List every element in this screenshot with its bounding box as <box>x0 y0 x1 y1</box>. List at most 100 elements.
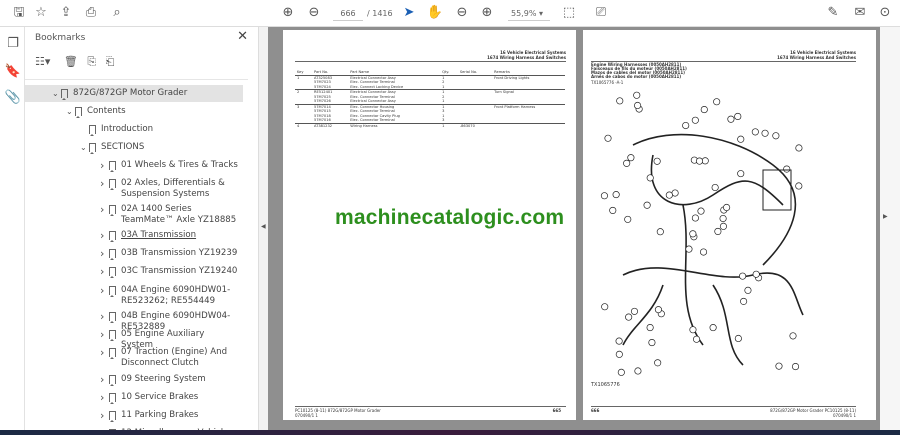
chevron-right-icon[interactable]: › <box>100 160 104 171</box>
star-icon[interactable]: ☆ <box>32 4 50 22</box>
callout-marker <box>616 97 624 105</box>
bookmark-icon <box>109 179 116 190</box>
bookmark-label: Introduction <box>101 124 154 134</box>
chevron-down-icon[interactable]: ⌄ <box>80 142 87 153</box>
callout-marker <box>600 192 608 200</box>
callout-marker <box>739 272 747 280</box>
callout-marker <box>615 350 623 358</box>
chevron-right-icon[interactable]: › <box>100 248 104 259</box>
delete-icon[interactable]: 🗑 <box>64 55 78 68</box>
callout-marker <box>697 207 705 215</box>
bookmark-icon <box>109 231 116 242</box>
callout-marker <box>634 367 642 375</box>
bookmark-item[interactable]: › 02 Axles, Differentials & Suspension Sy… <box>100 178 239 200</box>
chevron-right-icon[interactable]: › <box>100 178 104 189</box>
bookmark-label: 02 Axles, Differentials & Suspension Sys… <box>121 178 225 199</box>
page-header: 1674 Wiring Harness And Switches <box>777 55 856 60</box>
navigation-strip: ❐ 🔖 📎 <box>0 27 25 430</box>
bookmark-item[interactable]: › 03B Transmission YZ19239 <box>100 248 239 260</box>
read-mode-icon[interactable]: ⎚ <box>592 4 610 22</box>
bookmark-item[interactable]: ⌄ Contents <box>66 106 239 118</box>
bookmark-item[interactable]: Introduction <box>89 124 239 136</box>
search-icon[interactable]: ⌕ <box>108 4 126 22</box>
print-icon[interactable]: ⎙ <box>82 4 100 22</box>
share-icon[interactable]: ⊙ <box>876 4 894 22</box>
chevron-right-icon[interactable]: › <box>100 204 104 215</box>
bookmark-label: 10 Service Brakes <box>121 392 199 402</box>
callout-marker <box>609 206 617 214</box>
callout-marker <box>691 214 699 222</box>
arrow-up-icon[interactable]: ⊕ <box>279 4 297 22</box>
page-header: 1674 Wiring Harness And Switches <box>487 55 566 60</box>
chevron-right-icon[interactable]: › <box>100 266 104 277</box>
email-icon[interactable]: ✉ <box>851 4 869 22</box>
bookmark-item[interactable]: ⌄ 872G/872GP Motor Grader <box>25 85 243 102</box>
new-bookmark-icon[interactable]: ⎘ <box>87 55 96 68</box>
panel-divider[interactable]: ◀ <box>258 27 268 430</box>
callout-marker <box>615 337 623 345</box>
table-cell: -863070 <box>457 122 493 128</box>
select-cursor-icon[interactable]: ➤ <box>400 4 418 22</box>
chevron-down-icon[interactable]: ⌄ <box>66 106 73 117</box>
bookmark-icon <box>109 411 116 422</box>
chevron-right-icon[interactable]: › <box>100 311 104 322</box>
chevron-down-icon[interactable]: ⌄ <box>52 88 59 99</box>
parts-table: Key Part No. Part Name Qty. Serial No. Remark… <box>295 70 565 128</box>
callout-marker <box>719 222 727 230</box>
close-icon[interactable]: ✕ <box>237 29 248 44</box>
attachment-icon[interactable]: 📎 <box>4 89 22 107</box>
options-icon[interactable]: ☷▾ <box>35 55 50 68</box>
bookmark-label: Contents <box>87 106 126 116</box>
bookmark-item[interactable]: › 03C Transmission YZ19240 <box>100 266 239 278</box>
chevron-right-icon[interactable]: › <box>100 392 104 403</box>
callout-marker <box>646 324 654 332</box>
callout-marker <box>689 230 697 238</box>
callout-marker <box>772 132 780 140</box>
arrow-down-icon[interactable]: ⊖ <box>305 4 323 22</box>
bookmark-item[interactable]: › 09 Steering System <box>100 374 239 386</box>
chevron-right-icon[interactable]: › <box>100 374 104 385</box>
bookmark-icon <box>109 312 116 323</box>
hand-icon[interactable]: ✋ <box>426 4 444 22</box>
chevron-right-icon[interactable]: › <box>100 230 104 241</box>
save-icon[interactable]: 🖫 <box>10 4 28 22</box>
bookmark-item[interactable]: › 01 Wheels & Tires & Tracks <box>100 160 239 172</box>
zoom-out-icon[interactable]: ⊖ <box>453 4 471 22</box>
pages-thumbnail-icon[interactable]: ❐ <box>4 35 22 53</box>
chevron-right-icon[interactable]: › <box>100 329 104 340</box>
page-number-input[interactable]: 666 <box>333 6 363 21</box>
zoom-in-icon[interactable]: ⊕ <box>478 4 496 22</box>
bookmark-item[interactable]: ⌄ SECTIONS <box>80 142 239 154</box>
sign-icon[interactable]: ✎ <box>824 4 842 22</box>
chevron-right-icon[interactable]: › <box>100 285 104 296</box>
bookmark-icon[interactable]: 🔖 <box>4 63 22 81</box>
fit-page-icon[interactable]: ⬚ <box>560 4 578 22</box>
bookmark-item[interactable]: › 03A Transmission <box>100 230 239 242</box>
callout-marker <box>727 115 735 123</box>
chevron-right-icon[interactable]: › <box>100 410 104 421</box>
callout-marker <box>627 154 635 162</box>
bookmark-search-icon[interactable]: ⎗ <box>106 55 115 68</box>
chevron-right-icon[interactable]: › <box>100 347 104 358</box>
bookmark-item[interactable]: › 04A Engine 6090HDW01-RE523262; RE554449 <box>100 285 239 307</box>
callout-marker <box>700 106 708 114</box>
cloud-upload-icon[interactable]: ⇪ <box>57 4 75 22</box>
bookmark-item[interactable]: › 07 Traction (Engine) And Disconnect Clu… <box>100 347 239 369</box>
bookmark-item[interactable]: › 10 Service Brakes <box>100 392 239 404</box>
callout-marker <box>630 307 639 315</box>
bookmark-item[interactable]: › 02A 1400 Series TeamMate™ Axle YZ18885 <box>100 204 239 226</box>
expand-icon[interactable]: ▶ <box>883 213 888 220</box>
callout-marker <box>643 201 651 209</box>
callout-marker <box>623 159 631 167</box>
callout-marker <box>604 134 612 142</box>
zoom-select[interactable]: 55,9% ▾ <box>508 6 550 21</box>
callout-marker <box>692 335 701 343</box>
bookmark-label: 01 Wheels & Tires & Tracks <box>121 160 238 170</box>
collapse-icon[interactable]: ◀ <box>261 223 266 230</box>
bookmark-icon <box>89 125 96 136</box>
right-page: 16 Vehicle Electrical Systems 1674 Wirin… <box>583 30 876 420</box>
bookmark-item[interactable]: › 11 Parking Brakes <box>100 410 239 422</box>
page-footer-sub: 070490/1 1 <box>295 413 318 418</box>
callout-marker <box>634 101 642 110</box>
bookmark-icon <box>61 89 68 100</box>
